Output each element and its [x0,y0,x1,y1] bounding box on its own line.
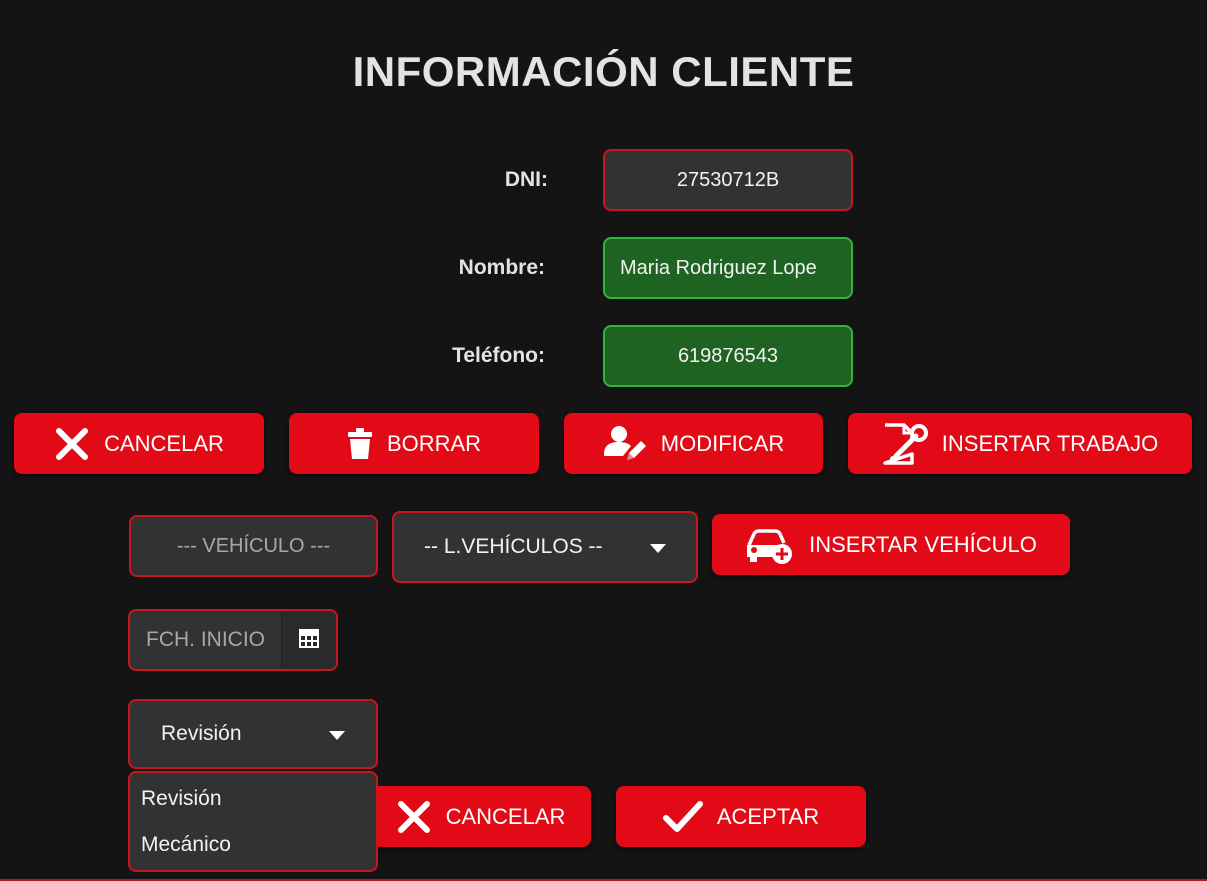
car-add-icon [745,525,795,565]
trash-icon [347,427,373,460]
vehicle-list-select[interactable]: -- L.VEHÍCULOS -- [392,511,698,583]
start-date-picker[interactable]: FCH. INICIO [128,609,338,671]
calendar-icon [299,628,319,653]
start-date-field[interactable]: FCH. INICIO [130,611,281,669]
work-type-option[interactable]: Revisión [130,781,376,827]
document-wrench-icon [882,422,928,466]
check-icon [662,800,703,834]
nombre-label: Nombre: [458,256,545,279]
insert-vehicle-button-label: INSERTAR VEHÍCULO [809,531,1037,557]
close-icon [396,799,432,835]
work-type-select-value: Revisión [161,722,242,745]
telefono-label: Teléfono: [452,344,545,367]
vehicle-field[interactable]: --- VEHÍCULO --- [129,515,378,577]
modify-button-label: MODIFICAR [660,430,785,456]
close-icon [54,426,90,462]
insert-work-button[interactable]: INSERTAR TRABAJO [848,413,1192,474]
delete-button[interactable]: BORRAR [289,413,539,474]
bottom-cancel-button-label: CANCELAR [445,803,566,829]
work-type-select[interactable]: Revisión [128,699,378,769]
chevron-down-icon [650,544,666,553]
edit-user-icon [603,424,647,464]
cancel-button[interactable]: CANCELAR [14,413,264,474]
telefono-field[interactable]: 619876543 [603,325,853,387]
vehicle-list-select-value: -- L.VEHÍCULOS -- [424,535,603,558]
calendar-button[interactable] [281,611,336,669]
chevron-down-icon [329,731,345,740]
page-title: INFORMACIÓN CLIENTE [352,48,855,95]
client-info-window: INFORMACIÓN CLIENTE DNI: 27530712B Nombr… [0,0,1207,881]
accept-button[interactable]: ACEPTAR [616,786,866,847]
accept-button-label: ACEPTAR [716,803,820,829]
insert-vehicle-button[interactable]: INSERTAR VEHÍCULO [712,514,1070,575]
work-type-option[interactable]: Mecánico [130,827,376,873]
dni-field[interactable]: 27530712B [603,149,853,211]
delete-button-label: BORRAR [386,430,482,456]
insert-work-button-label: INSERTAR TRABAJO [941,430,1159,456]
dni-label: DNI: [504,168,548,191]
modify-button[interactable]: MODIFICAR [564,413,823,474]
work-type-dropdown-list: Revisión Mecánico [128,771,378,872]
nombre-field[interactable]: Maria Rodriguez Lope [603,237,853,299]
cancel-button-label: CANCELAR [104,430,224,456]
